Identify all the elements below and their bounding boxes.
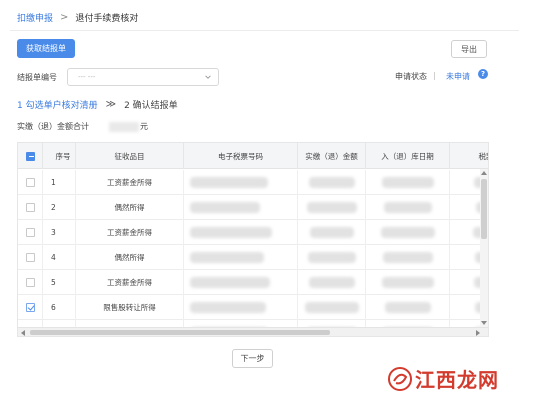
scroll-down-arrow-icon[interactable] [481, 321, 487, 325]
row-item: 限售股转让所得 [76, 295, 184, 320]
row-amount-redacted [298, 295, 366, 320]
col-header-date: 入（退）库日期 [366, 143, 450, 169]
row-item: 工资薪金所得 [76, 170, 184, 195]
row-index: 2 [43, 195, 76, 220]
vertical-scroll-thumb[interactable] [481, 179, 487, 239]
export-button[interactable]: 导出 [451, 40, 487, 58]
row-amount-redacted [298, 195, 366, 220]
row-item: 偶然所得 [76, 245, 184, 270]
report-number-label: 结报单编号 [17, 73, 57, 82]
row-checkbox-cell [18, 270, 43, 295]
data-table: 序号 征收品目 电子税票号码 实缴（退）金额 入（退）库日期 税款所属 1工资薪… [17, 142, 489, 337]
scroll-left-arrow-icon[interactable] [21, 330, 25, 336]
watermark-logo-icon [388, 366, 412, 391]
row-checkbox[interactable] [25, 303, 35, 312]
row-checkbox[interactable] [25, 203, 35, 212]
row-amount-redacted [298, 170, 366, 195]
table-row[interactable]: 4 偶然所得 [18, 245, 488, 270]
step-2: 2 确认结报单 [124, 101, 178, 111]
table-row[interactable]: 6 限售股转让所得 [18, 295, 488, 320]
table-row[interactable]: 1 工资薪金所得 [18, 170, 488, 195]
breadcrumb-current: 退付手续费核对 [75, 13, 139, 24]
horizontal-scroll-thumb[interactable] [30, 330, 330, 335]
breadcrumb-parent-link[interactable]: 扣缴申报 [17, 11, 53, 24]
table-row[interactable]: 2 偶然所得 [18, 195, 488, 220]
table-row[interactable]: 3 工资薪金所得 [18, 220, 488, 245]
help-icon[interactable]: ? [478, 69, 488, 79]
row-date-redacted [366, 170, 450, 195]
header-checkbox-cell [18, 143, 43, 169]
breadcrumb: 扣缴申报 > 退付手续费核对 [17, 10, 138, 24]
select-all-checkbox[interactable] [25, 151, 35, 161]
row-index: 6 [43, 295, 76, 320]
row-amount-redacted [298, 270, 366, 295]
row-ticket-redacted [184, 220, 298, 245]
row-checkbox[interactable] [25, 253, 35, 262]
table-row[interactable]: 5 工资薪金所得 [18, 270, 488, 295]
select-placeholder: --- --- [78, 73, 96, 81]
row-index: 4 [43, 245, 76, 270]
row-ticket-redacted [184, 295, 298, 320]
row-item: 工资薪金所得 [76, 270, 184, 295]
col-header-index: 序号 [43, 143, 76, 169]
row-item: 偶然所得 [76, 195, 184, 220]
row-checkbox[interactable] [25, 278, 35, 287]
row-date-redacted [366, 195, 450, 220]
row-amount-redacted [298, 245, 366, 270]
scroll-right-arrow-icon[interactable] [476, 330, 480, 336]
page-frame: 扣缴申报 > 退付手续费核对 获取结报单 导出 结报单编号 --- --- 申请… [0, 0, 546, 380]
breadcrumb-separator: > [60, 11, 69, 23]
total-redacted-value [109, 121, 139, 132]
row-date-redacted [366, 295, 450, 320]
watermark-text: 江西龙网 [415, 368, 499, 392]
total-amount: 实缴（退）金额合计 元 [17, 121, 148, 132]
chevron-down-icon [205, 75, 211, 79]
col-header-item: 征收品目 [76, 143, 184, 169]
horizontal-scrollbar[interactable] [18, 327, 488, 336]
col-header-period: 税款所属 [450, 143, 489, 169]
fetch-report-button[interactable]: 获取结报单 [17, 39, 75, 58]
step-1[interactable]: 1 勾选单户核对清册 [17, 98, 98, 111]
total-label: 实缴（退）金额合计 [17, 122, 89, 131]
total-suffix: 元 [140, 122, 148, 131]
row-ticket-redacted [184, 195, 298, 220]
status-value: 未申请 [446, 72, 470, 81]
step-arrow-icon: ≫ [105, 99, 117, 110]
row-amount-redacted [298, 220, 366, 245]
row-index: 3 [43, 220, 76, 245]
row-index: 1 [43, 170, 76, 195]
row-index: 5 [43, 270, 76, 295]
row-ticket-redacted [184, 170, 298, 195]
col-header-ticket: 电子税票号码 [184, 143, 298, 169]
scroll-up-arrow-icon[interactable] [481, 171, 487, 175]
status-label: 申请状态 [395, 72, 427, 81]
row-checkbox-cell [18, 295, 43, 320]
row-date-redacted [366, 245, 450, 270]
row-checkbox-cell [18, 195, 43, 220]
row-checkbox[interactable] [25, 228, 35, 237]
header-divider [10, 30, 519, 31]
row-checkbox-cell [18, 245, 43, 270]
status-separator: | [433, 71, 436, 80]
step-indicator: 1 勾选单户核对清册 ≫ 2 确认结报单 [17, 98, 178, 111]
row-ticket-redacted [184, 245, 298, 270]
report-number-select[interactable]: --- --- [67, 68, 219, 86]
row-checkbox[interactable] [25, 178, 35, 187]
row-date-redacted [366, 270, 450, 295]
watermark: 江西龙网 [387, 364, 499, 393]
row-item: 工资薪金所得 [76, 220, 184, 245]
next-step-button[interactable]: 下一步 [232, 349, 273, 368]
col-header-amount: 实缴（退）金额 [298, 143, 366, 169]
row-checkbox-cell [18, 170, 43, 195]
row-date-redacted [366, 220, 450, 245]
row-ticket-redacted [184, 270, 298, 295]
row-checkbox-cell [18, 220, 43, 245]
table-header: 序号 征收品目 电子税票号码 实缴（退）金额 入（退）库日期 税款所属 [18, 143, 489, 169]
